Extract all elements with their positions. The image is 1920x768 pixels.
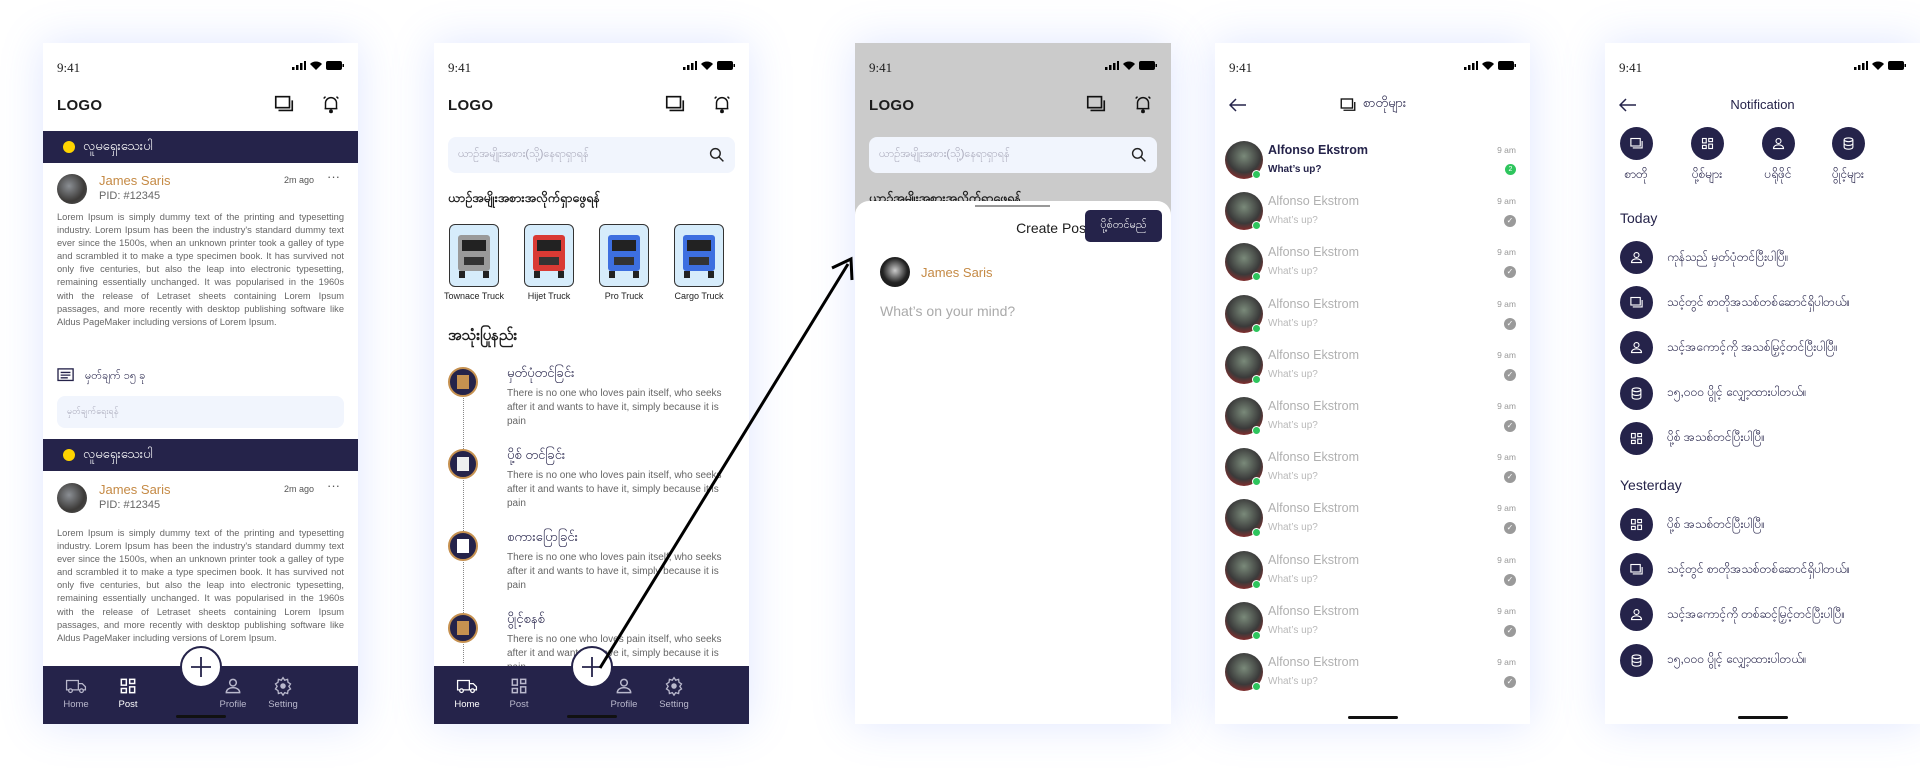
flow-arrow: [598, 256, 854, 669]
